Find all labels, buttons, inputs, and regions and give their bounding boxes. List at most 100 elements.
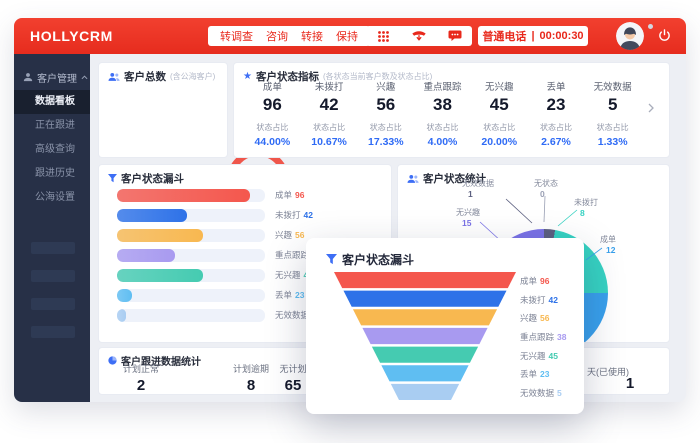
metric-value: 45 [471,95,528,115]
metric-label: 丢单 [528,79,585,93]
funnel-icon [326,254,337,265]
sidebar-item-4[interactable]: 公海设置 [14,186,90,210]
funnel-bar-track [117,289,265,302]
funnel-bar-track [117,209,265,222]
funnel-bar-row-3: 重点跟踪38 [117,249,321,262]
funnel-bar [117,229,203,242]
call-action-button-3[interactable]: 保持 [336,28,358,44]
pie-slice-value: 8 [574,208,598,219]
metric-column-3: 重点跟踪38状态占比4.00% [414,79,471,148]
call-action-group: 转调查咨询转接保持 [208,26,370,46]
pie-slice-label-1: 无状态0 [534,179,558,200]
call-timer: 00:00:30 [540,30,584,42]
sidebar-group-customer-mgmt[interactable]: 客户管理 [14,68,90,86]
metric-label: 重点跟踪 [414,79,471,93]
sidebar-skeleton-item [31,242,75,254]
metric-value: 96 [244,95,301,115]
sidebar: 客户管理 数据看板正在跟进高级查询跟进历史公海设置 [14,54,90,402]
metric-ratio-label: 状态占比 [528,122,585,133]
pie-leader-line [506,199,532,223]
funnel-bar-value: 42 [304,210,313,220]
funnel-bar-value: 96 [295,190,304,200]
funnel-bar-track [117,189,265,202]
metric-column-1: 未拨打 42 状态占比 10.67% [301,79,358,148]
metric-percent: 10.67% [301,136,358,148]
sidebar-item-0[interactable]: 数据看板 [14,90,90,114]
modal-funnel-value: 23 [540,369,549,379]
modal-funnel-segment-4 [372,347,478,363]
modal-funnel-value: 56 [540,313,549,323]
metric-ratio-label: 状态占比 [471,122,528,133]
metrics-columns: 成单96状态占比44.00%未拨打42状态占比10.67%兴趣56状态占比17.… [244,79,641,148]
metric-percent: 20.00% [471,136,528,148]
pie-leader-line [544,196,545,222]
hangup-phone-icon[interactable] [411,30,427,43]
pie-slice-value: 1 [462,189,494,200]
metric-value: 56 [357,95,414,115]
funnel-bar-value: 23 [295,290,304,300]
metric-label: 兴趣 [357,79,414,93]
dialpad-icon[interactable] [377,30,390,43]
modal-funnel-label-3: 重点跟踪38 [520,331,566,343]
chat-bubble-icon[interactable] [448,30,462,42]
metric-column-5: 丢单 23 状态占比 2.67% [528,79,585,148]
metric-label: 未拨打 [301,79,358,93]
pie-slice-name: 无状态 [534,179,558,189]
modal-funnel-segment-0 [334,272,516,288]
metric-label: 成单 [244,79,301,93]
metric-percent: 2.67% [528,136,585,148]
sidebar-skeleton-item [31,270,75,282]
metric-percent: 44.00% [244,136,301,148]
metric-ratio-label: 状态占比 [357,122,414,133]
modal-funnel-label-4: 无兴趣45 [520,350,558,362]
metric-ratio-label: 状态占比 [301,122,358,133]
followup-label: 计划正常 [106,362,176,375]
funnel-bar-row-4: 无兴趣45 [117,269,313,282]
metric-percent: 17.33% [357,136,414,148]
call-action-button-2[interactable]: 转接 [301,28,323,44]
modal-funnel-label-6: 无效数据5 [520,387,562,399]
funnel-bar [117,269,203,282]
call-action-button-1[interactable]: 咨询 [266,28,288,44]
app-logo: HOLLYCRM [30,28,113,44]
status-metrics-panel: ★ 客户状态指标 (各状态当前客户数及状态占比) 成单96状态占比44.00%未… [233,62,670,158]
sidebar-item-1[interactable]: 正在跟进 [14,114,90,138]
funnel-bar [117,289,132,302]
funnel-bar-value: 56 [295,230,304,240]
metric-value: 42 [301,95,358,115]
metric-value: 38 [414,95,471,115]
total-panel-title: 客户总数 [124,69,166,84]
metric-ratio-label: 状态占比 [584,122,641,133]
call-status-pill: 普通电话 | 00:00:30 [478,26,588,46]
metric-column-6: 无效数据5状态占比1.33% [584,79,641,148]
funnel-bar-label: 成单96 [275,189,304,201]
sidebar-item-2[interactable]: 高级查询 [14,138,90,162]
funnel-bar-label: 丢单23 [275,289,304,301]
funnel-bar-track [117,309,265,322]
funnel-bar-row-5: 丢单23 [117,289,304,302]
funnel-bar-track [117,229,265,242]
call-action-button-0[interactable]: 转调查 [220,28,253,44]
funnel-bar [117,189,250,202]
sidebar-item-3[interactable]: 跟进历史 [14,162,90,186]
modal-funnel-value: 42 [549,295,558,305]
user-avatar[interactable] [616,22,644,50]
modal-funnel-segment-6 [391,384,459,400]
modal-funnel-value: 38 [557,332,566,342]
sidebar-group-label: 客户管理 [37,70,77,85]
metric-value: 23 [528,95,585,115]
metric-ratio-label: 状态占比 [244,122,301,133]
pie-slice-name: 无效数据 [462,179,494,189]
presence-dot [648,24,653,29]
metric-ratio-label: 状态占比 [414,122,471,133]
total-customers-panel: 客户总数 (含公海客户) 305 [98,62,228,158]
modal-funnel-segment-1 [343,291,506,307]
call-type-label: 普通电话 [482,28,526,44]
metric-column-4: 无兴趣45状态占比20.00% [471,79,528,148]
power-icon[interactable] [658,29,671,42]
chevron-right-icon[interactable] [648,103,654,113]
pie-slice-name: 未拨打 [574,198,598,208]
funnel-bar-row-2: 兴趣56 [117,229,304,242]
call-divider: | [531,30,534,42]
phone-tool-group [366,26,472,46]
